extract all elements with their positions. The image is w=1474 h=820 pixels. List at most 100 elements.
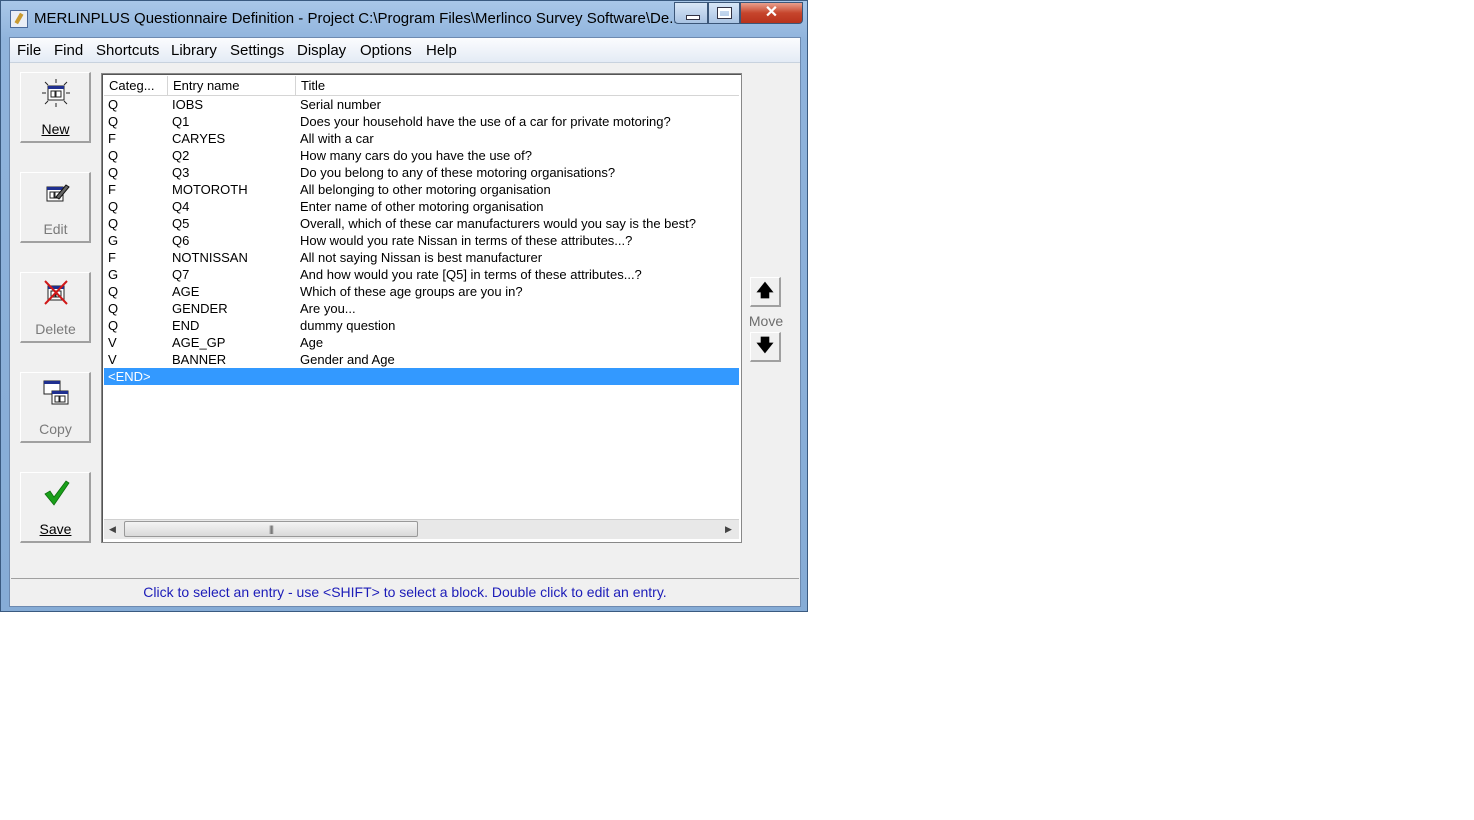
app-window: MERLINPLUS Questionnaire Definition - Pr… [0,0,808,612]
cell-entry-name: MOTOROTH [172,182,248,197]
scroll-left-icon[interactable]: ◀ [104,520,121,539]
table-row[interactable]: Q Q1 Does your household have the use of a… [104,113,739,130]
minimize-icon [686,15,700,20]
cell-title: All belonging to other motoring organisa… [300,182,551,197]
cell-title: Age [300,335,324,350]
title-bar[interactable]: MERLINPLUS Questionnaire Definition - Pr… [1,1,807,35]
delete-button[interactable]: Delete [20,272,91,343]
table-row[interactable]: Q GENDER Are you... [104,300,739,317]
cell-category: G [108,233,119,248]
copy-button[interactable]: Copy [20,372,91,443]
table-row-selected[interactable]: <END> [104,368,739,385]
move-label: Move [748,313,784,329]
arrow-down-icon: 🡇 [756,336,774,355]
maximize-icon [718,8,731,18]
table-row[interactable]: V AGE_GP Age [104,334,739,351]
table-row[interactable]: V BANNER Gender and Age [104,351,739,368]
table-row[interactable]: Q Q4 Enter name of other motoring organisa… [104,198,739,215]
cell-title: All with a car [300,131,374,146]
new-button[interactable]: New [20,72,91,143]
cell-title: Are you... [300,301,356,316]
table-row[interactable]: Q Q2 How many cars do you have the use of? [104,147,739,164]
close-icon: ✕ [764,4,779,21]
save-button[interactable]: Save [20,472,91,543]
cell-entry-name: AGE [172,284,200,299]
cell-category: Q [108,148,119,163]
scroll-right-icon[interactable]: ▶ [720,520,737,539]
table-row[interactable]: Q AGE Which of these age groups are you in… [104,283,739,300]
cell-category: V [108,352,117,367]
checkmark-icon [44,480,70,506]
copy-icon [43,380,69,405]
minimize-button[interactable] [674,2,708,24]
edit-button[interactable]: Edit [20,172,91,243]
cell-title: Gender and Age [300,352,395,367]
close-button[interactable]: ✕ [740,2,803,24]
table-row[interactable]: F NOTNISSAN All not saying Nissan is best … [104,249,739,266]
scroll-thumb[interactable]: ||| [124,521,418,537]
edit-icon [46,184,70,202]
cell-title: dummy question [300,318,396,333]
cell-title: How many cars do you have the use of? [300,148,532,163]
cell-category: Q [108,114,119,129]
table-row[interactable]: G Q6 How would you rate Nissan in terms of… [104,232,739,249]
cell-category: Q [108,301,119,316]
table-row[interactable]: Q END dummy question [104,317,739,334]
move-down-button[interactable]: 🡇 [750,332,781,362]
cell-entry-name: GENDER [172,301,228,316]
cell-entry-name: END [172,318,200,333]
cell-category: Q [108,216,119,231]
entry-list[interactable]: Categ... Entry name Title Q IOBS Serial nu… [101,73,742,543]
cell-category: Q [108,97,119,112]
move-up-button[interactable]: 🡅 [750,277,781,307]
new-window-icon [42,79,70,107]
table-row[interactable]: F MOTOROTH All belonging to other motoring… [104,181,739,198]
cell-category: Q [108,318,119,333]
column-header-entry-name[interactable]: Entry name [168,76,296,95]
menu-display[interactable]: Display [297,42,346,59]
menu-shortcuts[interactable]: Shortcuts [96,42,159,59]
table-row[interactable]: Q IOBS Serial number [104,96,739,113]
delete-label: Delete [35,321,76,337]
edit-label: Edit [43,221,68,237]
status-bar: Click to select an entry - use <SHIFT> t… [11,578,799,606]
horizontal-scrollbar[interactable]: ◀ ||| ▶ [104,519,739,539]
cell-title: Does your household have the use of a ca… [300,114,671,129]
app-icon[interactable] [10,10,28,28]
table-row[interactable]: Q Q3 Do you belong to any of these motorin… [104,164,739,181]
list-header: Categ... Entry name Title [104,76,739,96]
new-label: New [21,121,90,137]
cell-title: Enter name of other motoring organisatio… [300,199,544,214]
window-title: MERLINPLUS Questionnaire Definition - Pr… [34,10,682,27]
maximize-button[interactable] [708,2,740,24]
cell-entry-name: BANNER [172,352,227,367]
table-row[interactable]: Q Q5 Overall, which of these car manufactu… [104,215,739,232]
menu-file[interactable]: File [17,42,41,59]
save-label: Save [21,521,90,537]
cell-entry-name: Q3 [172,165,190,180]
cell-entry-name: AGE_GP [172,335,226,350]
cell-entry-name: Q6 [172,233,190,248]
menu-settings[interactable]: Settings [230,42,284,59]
menu-find[interactable]: Find [54,42,83,59]
cell-title: Do you belong to any of these motoring o… [300,165,616,180]
delete-icon [44,280,68,305]
menu-help[interactable]: Help [426,42,457,59]
menu-options[interactable]: Options [360,42,412,59]
table-row[interactable]: F CARYES All with a car [104,130,739,147]
cell-category: G [108,267,119,282]
cell-title: Which of these age groups are you in? [300,284,523,299]
column-header-category[interactable]: Categ... [104,76,168,95]
column-header-title[interactable]: Title [296,76,739,95]
menu-library[interactable]: Library [171,42,217,59]
cell-category: V [108,335,117,350]
cell-category: F [108,250,116,265]
cell-category: Q [108,165,119,180]
cell-entry-name: Q1 [172,114,190,129]
table-row[interactable]: G Q7 And how would you rate [Q5] in terms … [104,266,739,283]
cell-title: Serial number [300,97,381,112]
cell-title: All not saying Nissan is best manufactur… [300,250,543,265]
cell-title: And how would you rate [Q5] in terms of … [300,267,642,282]
cell-entry-name: Q2 [172,148,190,163]
list-rows: Q IOBS Serial number Q Q1 Does your household… [104,96,739,385]
